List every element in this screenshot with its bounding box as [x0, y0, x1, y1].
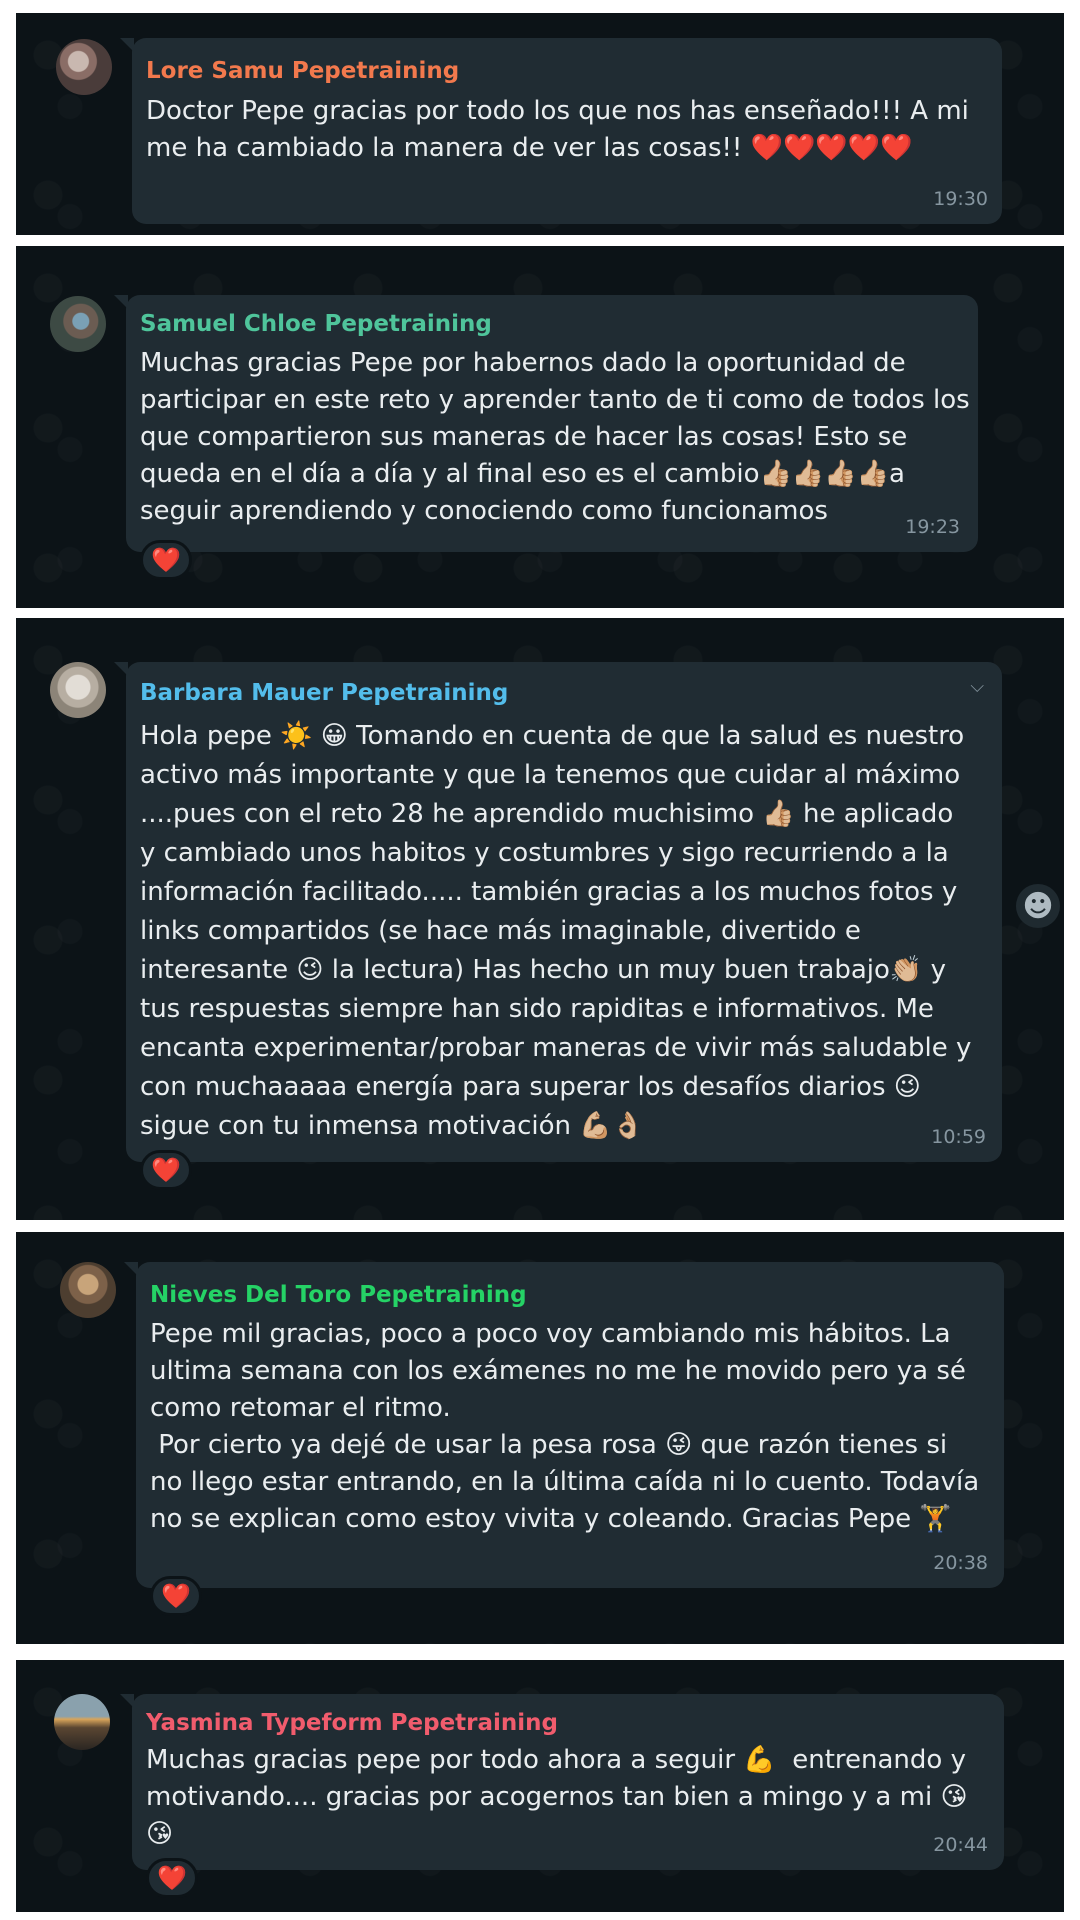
message-bubble[interactable]: Samuel Chloe Pepetraining Muchas gracias… [114, 295, 978, 552]
message-line: queda en el día a día y al final eso es … [140, 459, 905, 489]
avatar[interactable] [50, 662, 106, 718]
message-line: como retomar el ritmo. [150, 1393, 451, 1423]
heart-reaction-icon: ❤️ [157, 1864, 187, 1892]
sender-name[interactable]: Nieves Del Toro Pepetraining [150, 1282, 527, 1308]
message-time: 19:23 [905, 516, 960, 538]
message-line: y cambiado unos habitos y costumbres y s… [140, 838, 949, 868]
message-line: que compartieron sus maneras de hacer la… [140, 422, 908, 452]
heart-reaction-icon: ❤️ [151, 546, 181, 574]
message-line: Pepe mil gracias, poco a poco voy cambia… [150, 1319, 951, 1349]
message-time: 19:30 [933, 188, 988, 210]
message-bubble[interactable]: Lore Samu Pepetraining Doctor Pepe graci… [120, 38, 1002, 224]
chat-panel-4: Nieves Del Toro Pepetraining Pepe mil gr… [16, 1232, 1064, 1644]
message-line: tus respuestas siempre han sido rapidita… [140, 994, 934, 1024]
sender-name[interactable]: Samuel Chloe Pepetraining [140, 311, 492, 337]
message-line: Por cierto ya dejé de usar la pesa rosa … [150, 1430, 948, 1460]
message-line: ultima semana con los exámenes no me he … [150, 1356, 966, 1386]
message-line: no se explican como estoy vivita y colea… [150, 1504, 952, 1534]
emoji-reaction-button[interactable]: ☻ [1016, 884, 1060, 928]
sender-name[interactable]: Yasmina Typeform Pepetraining [146, 1710, 558, 1736]
message-line: 😘 [146, 1819, 174, 1849]
message-line: participar en este reto y aprender tanto… [140, 385, 970, 415]
avatar[interactable] [54, 1694, 110, 1750]
message-line: sigue con tu inmensa motivación 💪🏼👌🏼 [140, 1111, 645, 1141]
smiley-icon: ☻ [1022, 888, 1054, 924]
message-line: encanta experimentar/probar maneras de v… [140, 1033, 972, 1063]
message-line: seguir aprendiendo y conociendo como fun… [140, 496, 828, 526]
message-bubble[interactable]: Nieves Del Toro Pepetraining Pepe mil gr… [124, 1262, 1004, 1588]
heart-reaction-icon: ❤️ [161, 1582, 191, 1610]
message-line: ....pues con el reto 28 he aprendido muc… [140, 799, 954, 829]
message-bubble[interactable]: Barbara Mauer Pepetraining ⌵ Hola pepe ☀… [114, 662, 1002, 1162]
message-line: información facilitado..... también grac… [140, 877, 958, 907]
message-line: Hola pepe ☀️ 😀 Tomando en cuenta de que … [140, 721, 965, 751]
message-line: interesante 😉 la lectura) Has hecho un m… [140, 955, 946, 985]
message-time: 20:44 [933, 1834, 988, 1856]
heart-reaction-icon: ❤️ [151, 1156, 181, 1184]
message-line: me ha cambiado la manera de ver las cosa… [146, 133, 913, 163]
avatar[interactable] [56, 39, 112, 95]
chat-panel-1: Lore Samu Pepetraining Doctor Pepe graci… [16, 13, 1064, 235]
message-line: Doctor Pepe gracias por todo los que nos… [146, 96, 969, 126]
message-time: 20:38 [933, 1552, 988, 1574]
message-line: activo más importante y que la tenemos q… [140, 760, 961, 790]
chevron-down-icon[interactable]: ⌵ [970, 676, 984, 697]
message-line: Muchas gracias Pepe por habernos dado la… [140, 348, 906, 378]
message-bubble[interactable]: Yasmina Typeform Pepetraining Muchas gra… [120, 1694, 1004, 1870]
chat-panel-2: Samuel Chloe Pepetraining Muchas gracias… [16, 246, 1064, 608]
reaction-badge[interactable]: ❤️ [150, 1576, 202, 1616]
reaction-badge[interactable]: ❤️ [140, 540, 192, 580]
message-line: no llego estar entrando, en la última ca… [150, 1467, 980, 1497]
sender-name[interactable]: Lore Samu Pepetraining [146, 58, 459, 84]
message-time: 10:59 [931, 1126, 986, 1148]
avatar[interactable] [50, 296, 106, 352]
message-line: Muchas gracias pepe por todo ahora a seg… [146, 1745, 966, 1775]
message-line: motivando.... gracias por acogernos tan … [146, 1782, 968, 1812]
message-line: links compartidos (se hace más imaginabl… [140, 916, 861, 946]
message-line: con muchaaaaa energía para superar los d… [140, 1072, 921, 1102]
chat-panel-5: Yasmina Typeform Pepetraining Muchas gra… [16, 1660, 1064, 1912]
chat-panel-3: Barbara Mauer Pepetraining ⌵ Hola pepe ☀… [16, 618, 1064, 1220]
reaction-badge[interactable]: ❤️ [140, 1150, 192, 1190]
reaction-badge[interactable]: ❤️ [146, 1858, 198, 1898]
avatar[interactable] [60, 1262, 116, 1318]
sender-name[interactable]: Barbara Mauer Pepetraining [140, 680, 508, 706]
